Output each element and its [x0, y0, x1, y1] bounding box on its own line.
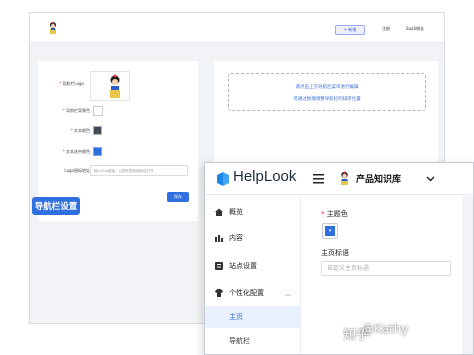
bg-color-label: * 导航栏背景色 — [62, 108, 90, 113]
sidebar-item-content[interactable]: 内容 — [205, 226, 301, 250]
sidebar-subitem-label: 导航栏 — [229, 337, 250, 345]
new-button[interactable]: + 新增 — [335, 25, 365, 35]
sidebar: 概览 内容 站点设置 个性化配置 ︿ 主页 导航栏 — [205, 196, 301, 354]
knowledge-base-name[interactable]: 产品知识库 — [356, 172, 401, 185]
sidebar-item-label: 内容 — [229, 234, 243, 242]
logo-label: * 导航栏Logo — [59, 81, 84, 86]
text-selected-color-label: * 文本选中颜色 — [62, 149, 90, 154]
preview-hint-2: 可通过拖拽调整导航栏的排序位置 — [293, 97, 361, 102]
logo-link-label: Logo图标地址 — [64, 168, 90, 173]
helplook-logo-icon — [217, 172, 229, 186]
character-logo-icon — [50, 22, 56, 34]
logo-link-input[interactable]: 输入http链接，以便在图标跳转后打开 — [90, 165, 188, 176]
knowledge-base-avatar-icon — [341, 171, 348, 185]
logo-preview-icon — [110, 74, 120, 98]
home-icon — [215, 208, 223, 216]
bg-color-swatch[interactable] — [93, 106, 103, 116]
text-color-swatch[interactable] — [93, 126, 102, 135]
home-title-label: 主页标语 — [321, 249, 349, 257]
theme-color-label: * 主题色 — [321, 210, 348, 218]
sidebar-subitem-label: 主页 — [229, 313, 243, 321]
sidebar-subitem-home[interactable]: 主页 — [205, 306, 301, 328]
scroll-gutter — [462, 196, 473, 354]
preview-hint-1: 请点击上方导航栏菜单进行编辑 — [295, 85, 359, 90]
sidebar-item-personalization[interactable]: 个性化配置 ︿ — [205, 281, 301, 305]
chevron-up-icon[interactable]: ︿ — [285, 289, 291, 298]
text-color-label: * 文本颜色 — [70, 128, 90, 133]
nav-drop-zone[interactable]: 请点击上方导航栏菜单进行编辑 可通过拖拽调整导航栏的排序位置 — [228, 73, 426, 111]
shirt-icon — [215, 289, 223, 297]
nav-register[interactable]: 注册 — [382, 26, 390, 32]
sidebar-subitem-navbar[interactable]: 导航栏 — [205, 330, 301, 352]
theme-color-picker[interactable]: ▾ — [322, 223, 338, 239]
app-header: HelpLook 产品知识库 — [205, 163, 473, 195]
sidebar-item-label: 个性化配置 — [229, 289, 264, 297]
sidebar-item-site-settings[interactable]: 站点设置 — [205, 254, 301, 278]
chevron-down-icon[interactable] — [426, 174, 435, 183]
dropdown-arrow-icon: ▾ — [325, 226, 335, 236]
author-watermark: @Kathy — [362, 322, 409, 336]
top-bar: + 新增 注册 SaaS增长 — [30, 13, 444, 43]
menu-icon[interactable] — [313, 173, 324, 184]
logo-upload[interactable] — [90, 71, 130, 101]
brand-name: HelpLook — [233, 168, 297, 185]
helplook-screenshot: HelpLook 产品知识库 概览 内容 站点设置 个性化配置 ︿ 主页 导航栏… — [204, 162, 474, 355]
nav-saas[interactable]: SaaS增长 — [406, 26, 424, 32]
sidebar-item-label: 概览 — [229, 208, 243, 216]
caption-badge: 导航栏设置 — [32, 197, 80, 215]
home-title-input[interactable]: 自定义主页标语 — [321, 261, 451, 276]
sidebar-item-overview[interactable]: 概览 — [205, 200, 301, 224]
sidebar-item-label: 站点设置 — [229, 262, 257, 270]
selected-color-swatch[interactable] — [93, 147, 102, 156]
settings-icon — [215, 262, 223, 270]
save-button[interactable]: 保存 — [167, 192, 189, 202]
screenshot-collage: + 新增 注册 SaaS增长 * 导航栏Logo * 导航栏背景色 * 文本颜色… — [0, 0, 474, 355]
chart-icon — [215, 235, 223, 242]
